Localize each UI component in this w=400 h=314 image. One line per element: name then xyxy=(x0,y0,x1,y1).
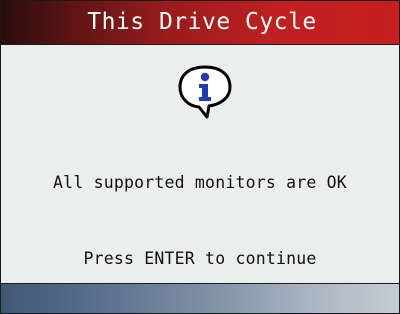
info-icon-graphic xyxy=(178,65,232,119)
footer-bar xyxy=(1,283,399,313)
title-bar: This Drive Cycle xyxy=(1,1,399,45)
status-message: All supported monitors are OK xyxy=(53,173,347,192)
device-screen: This Drive Cycle All supported monitors … xyxy=(0,0,400,314)
screen-title: This Drive Cycle xyxy=(87,9,317,35)
info-icon xyxy=(173,61,237,125)
continue-prompt: Press ENTER to continue xyxy=(83,249,317,268)
